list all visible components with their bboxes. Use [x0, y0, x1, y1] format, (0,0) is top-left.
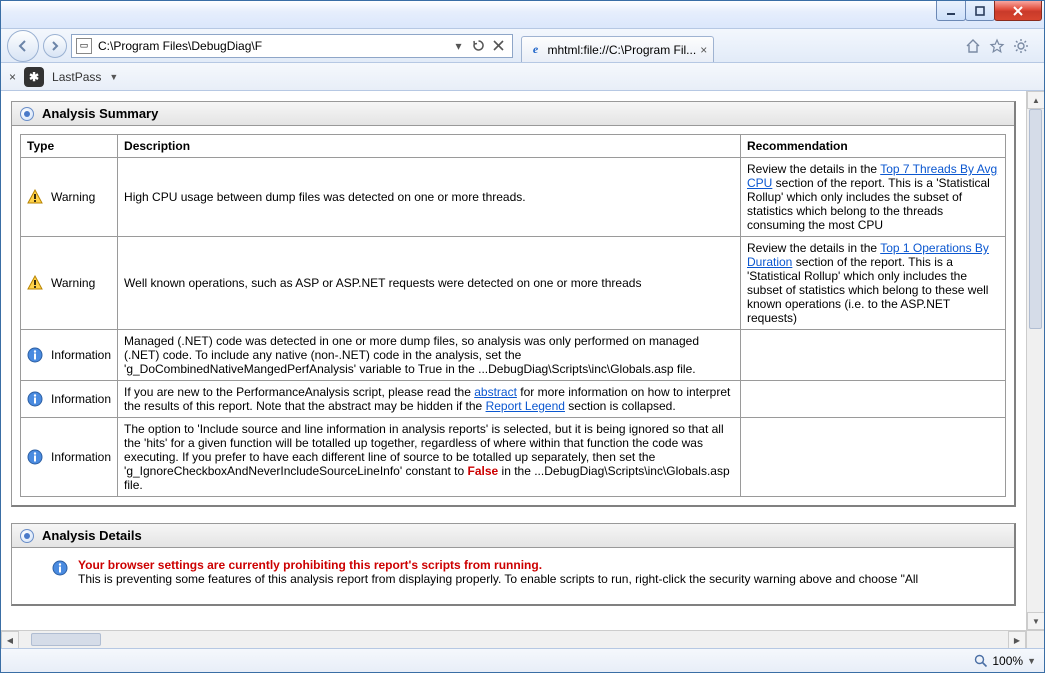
favorites-icon[interactable]: [988, 37, 1006, 55]
zoom-level[interactable]: 100%: [992, 654, 1023, 668]
type-label: Information: [51, 392, 111, 406]
zoom-icon[interactable]: [974, 654, 988, 668]
section-toggle-icon[interactable]: [20, 529, 34, 543]
scroll-track[interactable]: [1027, 109, 1044, 612]
command-icons: [956, 37, 1038, 55]
lastpass-toolbar: × ✱ LastPass ▼: [1, 63, 1044, 91]
table-row: Warning High CPU usage between dump file…: [21, 158, 1006, 237]
col-description: Description: [118, 135, 741, 158]
analysis-details-panel: Analysis Details Your browser settings a…: [11, 523, 1016, 606]
col-type: Type: [21, 135, 118, 158]
panel-header[interactable]: Analysis Summary: [12, 102, 1014, 126]
browser-tab[interactable]: e mhtml:file://C:\Program Fil... ×: [521, 36, 715, 62]
close-button[interactable]: [994, 1, 1042, 21]
maximize-button[interactable]: [965, 1, 995, 21]
address-dropdown-icon[interactable]: ▾: [450, 37, 468, 55]
script-blocked-body: This is preventing some features of this…: [78, 572, 918, 586]
home-icon[interactable]: [964, 37, 982, 55]
table-row: Warning Well known operations, such as A…: [21, 237, 1006, 330]
vertical-scrollbar[interactable]: ▲ ▼: [1026, 91, 1044, 630]
browser-window: ▭ ▾ e mhtml:file://C:\Program Fil... ×: [0, 0, 1045, 673]
type-label: Warning: [51, 190, 95, 204]
rec-cell: [741, 330, 1006, 381]
script-blocked-headline: Your browser settings are currently proh…: [78, 558, 918, 572]
tab-strip: e mhtml:file://C:\Program Fil... ×: [521, 29, 953, 62]
info-icon: [52, 560, 68, 576]
scroll-thumb[interactable]: [31, 633, 101, 646]
desc-cell: High CPU usage between dump files was de…: [118, 158, 741, 237]
type-label: Information: [51, 348, 111, 362]
forward-button[interactable]: [43, 34, 67, 58]
warning-icon: [27, 189, 43, 205]
info-icon: [27, 347, 43, 363]
summary-table: Type Description Recommendation: [20, 134, 1006, 497]
desc-cell: Managed (.NET) code was detected in one …: [118, 330, 741, 381]
horizontal-scrollbar[interactable]: ◀ ▶: [1, 630, 1026, 648]
scroll-thumb[interactable]: [1029, 109, 1042, 329]
scroll-track[interactable]: [19, 631, 1008, 648]
navigation-toolbar: ▭ ▾ e mhtml:file://C:\Program Fil... ×: [1, 29, 1044, 63]
panel-title: Analysis Summary: [42, 106, 158, 121]
address-bar[interactable]: ▭ ▾: [71, 34, 513, 58]
scroll-up-icon[interactable]: ▲: [1027, 91, 1044, 109]
address-input[interactable]: [96, 38, 450, 54]
status-bar: 100% ▼: [1, 648, 1044, 672]
back-button[interactable]: [7, 30, 39, 62]
tab-title: mhtml:file://C:\Program Fil...: [548, 43, 697, 57]
refresh-icon[interactable]: [470, 37, 488, 55]
abstract-link[interactable]: abstract: [474, 385, 517, 399]
panel-header[interactable]: Analysis Details: [12, 524, 1014, 548]
page-viewport: Analysis Summary Type Description Recomm…: [1, 91, 1044, 648]
report-legend-link[interactable]: Report Legend: [486, 399, 565, 413]
table-row: Information The option to 'Include sourc…: [21, 418, 1006, 497]
info-icon: [27, 449, 43, 465]
scroll-down-icon[interactable]: ▼: [1027, 612, 1044, 630]
scroll-right-icon[interactable]: ▶: [1008, 631, 1026, 648]
toolbar-close-icon[interactable]: ×: [9, 70, 16, 84]
page-icon: ▭: [76, 38, 92, 54]
panel-title: Analysis Details: [42, 528, 142, 543]
info-icon: [27, 391, 43, 407]
lastpass-label[interactable]: LastPass: [52, 70, 101, 84]
tab-close-icon[interactable]: ×: [700, 43, 707, 57]
stop-icon[interactable]: [490, 37, 508, 55]
lastpass-dropdown-icon[interactable]: ▼: [109, 72, 118, 82]
section-toggle-icon[interactable]: [20, 107, 34, 121]
type-label: Information: [51, 450, 111, 464]
lastpass-icon[interactable]: ✱: [24, 67, 44, 87]
false-keyword: False: [468, 464, 499, 478]
warning-icon: [27, 275, 43, 291]
window-titlebar: [1, 1, 1044, 29]
tools-icon[interactable]: [1012, 37, 1030, 55]
rec-cell: Review the details in the Top 7 Threads …: [741, 158, 1006, 237]
type-label: Warning: [51, 276, 95, 290]
analysis-summary-panel: Analysis Summary Type Description Recomm…: [11, 101, 1016, 507]
rec-cell: [741, 418, 1006, 497]
zoom-dropdown-icon[interactable]: ▼: [1027, 656, 1036, 666]
table-row: Information If you are new to the Perfor…: [21, 381, 1006, 418]
desc-cell: If you are new to the PerformanceAnalysi…: [118, 381, 741, 418]
col-recommendation: Recommendation: [741, 135, 1006, 158]
ie-icon: e: [528, 42, 544, 58]
desc-cell: The option to 'Include source and line i…: [118, 418, 741, 497]
page-content: Analysis Summary Type Description Recomm…: [1, 91, 1026, 630]
desc-cell: Well known operations, such as ASP or AS…: [118, 237, 741, 330]
scroll-left-icon[interactable]: ◀: [1, 631, 19, 648]
rec-cell: [741, 381, 1006, 418]
scroll-corner: [1026, 630, 1044, 648]
minimize-button[interactable]: [936, 1, 966, 21]
details-message: Your browser settings are currently proh…: [78, 558, 918, 586]
rec-cell: Review the details in the Top 1 Operatio…: [741, 237, 1006, 330]
table-row: Information Managed (.NET) code was dete…: [21, 330, 1006, 381]
